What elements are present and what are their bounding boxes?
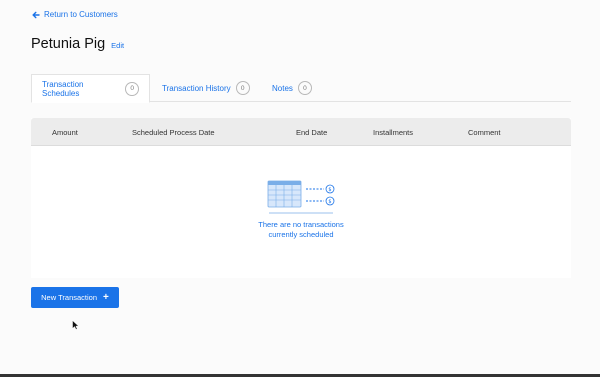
tab-transaction-history[interactable]: Transaction History 0	[152, 74, 260, 102]
column-header-scheduled-process-date[interactable]: Scheduled Process Date	[132, 128, 215, 137]
tab-label: Transaction History	[162, 83, 231, 93]
plus-icon: +	[103, 291, 109, 303]
tab-count-badge: 0	[125, 81, 139, 96]
column-header-end-date[interactable]: End Date	[296, 128, 327, 137]
new-transaction-button[interactable]: New Transaction +	[31, 287, 119, 308]
arrow-left-icon	[32, 11, 40, 18]
svg-text:$: $	[328, 199, 331, 205]
empty-state-line-1: There are no transactions	[258, 220, 344, 229]
empty-state: $ $ There are no transactions currently …	[31, 180, 571, 240]
empty-state-line-2: currently scheduled	[268, 230, 334, 239]
tab-bar: Transaction Schedules 0 Transaction Hist…	[31, 74, 571, 103]
empty-state-message: There are no transactions currently sche…	[258, 220, 343, 240]
column-header-installments[interactable]: Installments	[373, 128, 413, 137]
tab-count-badge: 0	[235, 81, 250, 95]
tab-notes[interactable]: Notes 0	[262, 74, 322, 102]
page: Return to Customers Petunia Pig Edit Tra…	[0, 0, 600, 377]
tab-label: Transaction Schedules	[42, 79, 84, 98]
tab-count-badge: 0	[297, 81, 312, 95]
tab-label: Notes	[272, 83, 293, 93]
return-to-customers-link[interactable]: Return to Customers	[32, 10, 118, 19]
page-title-row: Petunia Pig Edit	[31, 36, 124, 52]
table-header: Amount Scheduled Process Date End Date I…	[31, 118, 571, 146]
svg-text:$: $	[328, 187, 331, 193]
new-transaction-label: New Transaction	[41, 293, 97, 302]
calendar-transactions-icon: $ $	[267, 180, 335, 214]
page-title: Petunia Pig	[31, 36, 106, 52]
mouse-cursor-icon	[72, 320, 79, 330]
transaction-schedules-table: Amount Scheduled Process Date End Date I…	[31, 118, 571, 278]
return-to-customers-label: Return to Customers	[44, 10, 118, 19]
column-header-amount[interactable]: Amount	[52, 128, 78, 137]
tab-transaction-schedules[interactable]: Transaction Schedules 0	[31, 74, 150, 103]
column-header-comment[interactable]: Comment	[468, 128, 501, 137]
edit-customer-link[interactable]: Edit	[111, 41, 124, 50]
